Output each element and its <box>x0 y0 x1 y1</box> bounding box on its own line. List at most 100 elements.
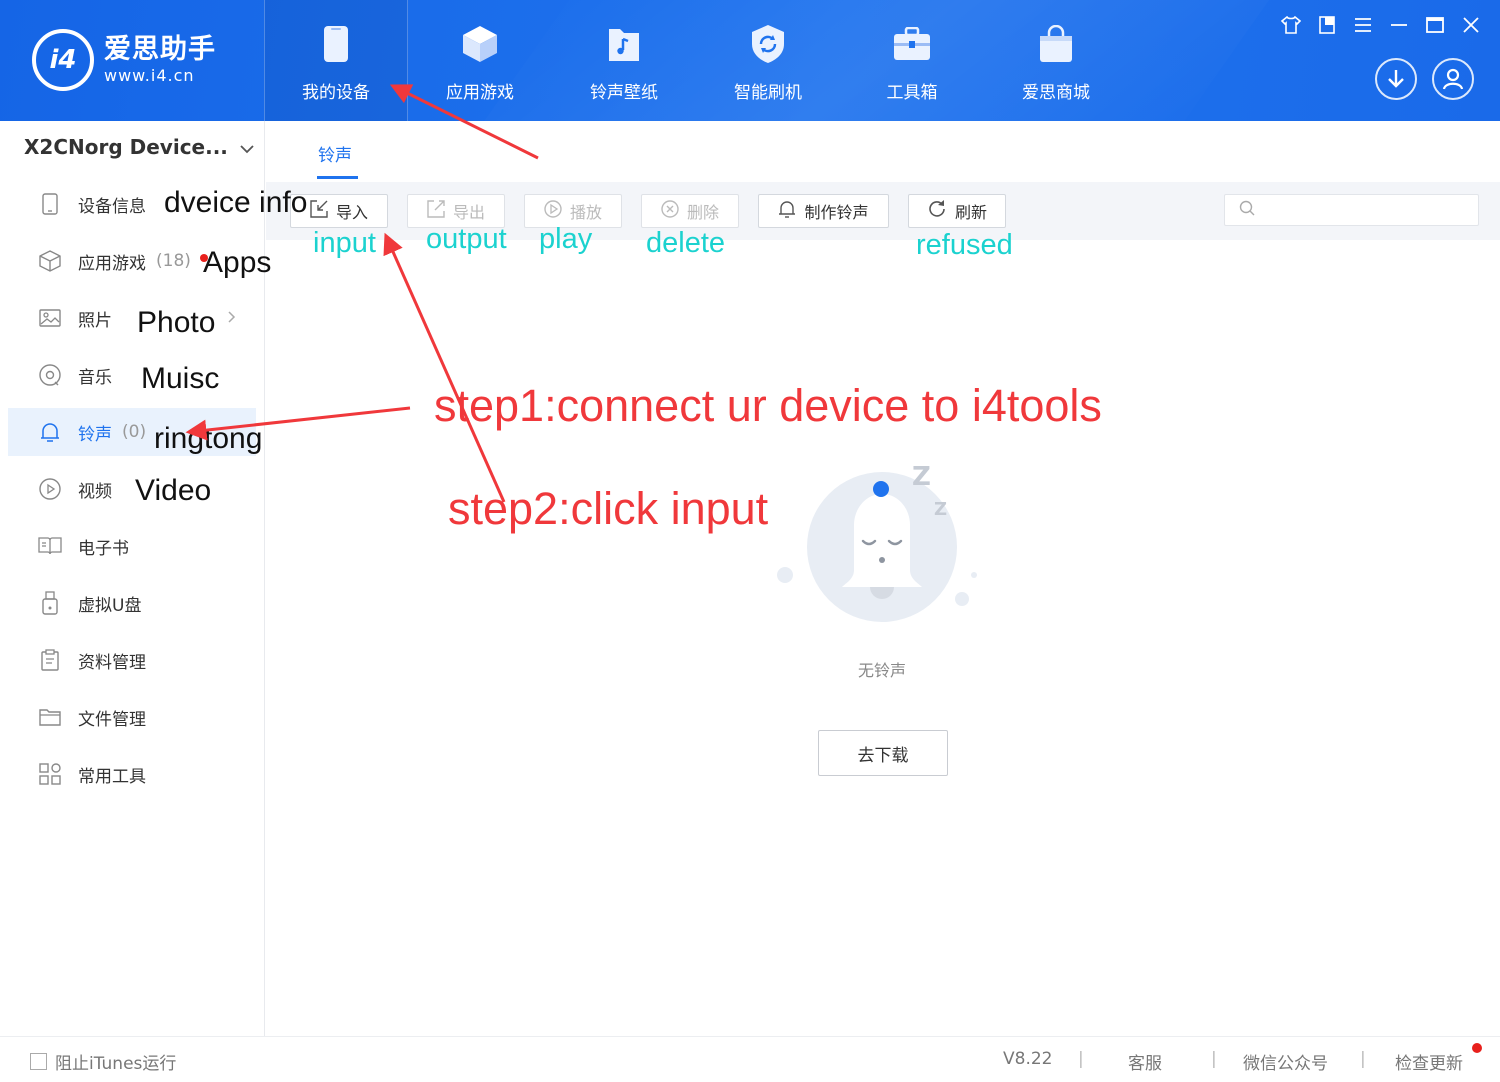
cube-icon <box>460 24 500 64</box>
nav-label: 智能刷机 <box>734 83 802 103</box>
stop-itunes-checkbox[interactable] <box>30 1053 47 1070</box>
stop-itunes-label: 阻止iTunes运行 <box>55 1054 177 1074</box>
tab-ringtones[interactable]: 铃声 <box>318 141 352 166</box>
nav-ringtone-wallpaper[interactable]: 铃声壁纸 <box>552 0 696 121</box>
phone-icon <box>316 24 356 64</box>
refresh-icon <box>927 199 947 223</box>
cube-outline-icon <box>38 249 62 273</box>
svg-text:Z: Z <box>934 499 947 520</box>
delete-label: 删除 <box>686 203 719 222</box>
version-label: V8.22 <box>1003 1049 1053 1069</box>
annotation-refused: refused <box>916 229 1013 261</box>
minimize-icon[interactable] <box>1388 14 1410 36</box>
bell-icon <box>38 420 62 444</box>
sidebar-item-photos[interactable]: 照片 <box>8 294 256 342</box>
shopping-bag-icon <box>1036 24 1076 64</box>
sidebar-item-video[interactable]: 视频 <box>8 465 256 513</box>
status-bar: 阻止iTunes运行 V8.22 | 客服 | 微信公众号 | 检查更新 <box>0 1036 1500 1082</box>
annotation-step2: step2:click input <box>448 483 769 534</box>
refresh-button[interactable]: 刷新 <box>908 194 1006 228</box>
nav-smart-flash[interactable]: 智能刷机 <box>696 0 840 121</box>
sidebar-item-label: 铃声 <box>78 424 112 445</box>
annotation-play: play <box>539 223 593 255</box>
chevron-down-icon <box>240 135 254 159</box>
nav-my-device[interactable]: 我的设备 <box>264 0 408 121</box>
separator: | <box>1078 1049 1084 1069</box>
separator: | <box>1360 1049 1366 1069</box>
play-icon <box>544 200 562 222</box>
sidebar-item-count: (0) <box>122 422 147 442</box>
title-bar: i4 爱思助手 www.i4.cn 我的设备 应用游戏 铃声壁纸 智能刷机 工具… <box>0 0 1500 121</box>
sidebar-item-ebooks[interactable]: 电子书 <box>8 522 256 570</box>
annotation-output: output <box>426 223 507 255</box>
download-manager-icon[interactable] <box>1375 58 1417 100</box>
device-name: X2CNorg Device... <box>24 135 228 159</box>
nav-i4-store[interactable]: 爱思商城 <box>984 0 1128 121</box>
device-icon <box>38 192 62 216</box>
grid-tools-icon <box>38 762 62 786</box>
document-icon <box>38 648 62 672</box>
sidebar-item-label: 设备信息 <box>78 196 146 217</box>
window-controls <box>1280 14 1482 36</box>
content-tabs: 铃声 <box>266 121 1500 181</box>
sidebar-item-label: 虚拟U盘 <box>78 595 142 616</box>
maximize-icon[interactable] <box>1424 14 1446 36</box>
nav-label: 工具箱 <box>886 83 938 103</box>
music-disc-icon <box>38 363 62 387</box>
usb-drive-icon <box>38 591 62 615</box>
sleeping-bell-illustration: Z Z <box>770 455 990 659</box>
go-download-button[interactable]: 去下载 <box>818 730 948 776</box>
skin-icon[interactable] <box>1280 14 1302 36</box>
import-icon <box>310 200 328 222</box>
chevron-right-icon <box>228 308 236 328</box>
toolbox-icon <box>892 24 932 64</box>
nav-label: 爱思商城 <box>1022 83 1090 103</box>
logo-mark: i4 <box>32 29 94 91</box>
photo-icon <box>38 306 62 330</box>
delete-button[interactable]: 删除 <box>641 194 739 228</box>
sidebar-item-common-tools[interactable]: 常用工具 <box>8 750 256 798</box>
nav-label: 我的设备 <box>302 83 370 103</box>
export-label: 导出 <box>452 203 485 222</box>
annotation-ringtone: ringtong <box>154 422 263 455</box>
nav-toolbox[interactable]: 工具箱 <box>840 0 984 121</box>
sidebar-item-label: 文件管理 <box>78 709 146 730</box>
wechat-link[interactable]: 微信公众号 <box>1243 1049 1328 1074</box>
sidebar-item-count: (18) <box>156 251 191 271</box>
stop-itunes-toggle[interactable]: 阻止iTunes运行 <box>30 1049 176 1074</box>
search-input[interactable] <box>1224 194 1479 226</box>
sidebar-item-label: 电子书 <box>78 538 129 559</box>
app-title: 爱思助手 <box>104 34 216 65</box>
app-logo: i4 爱思助手 www.i4.cn <box>32 29 216 91</box>
book-icon <box>38 534 62 558</box>
menu-icon[interactable] <box>1352 14 1374 36</box>
annotation-input: input <box>313 227 376 259</box>
close-icon[interactable] <box>1460 14 1482 36</box>
check-update-link[interactable]: 检查更新 <box>1395 1049 1463 1074</box>
device-selector[interactable]: X2CNorg Device... <box>24 135 254 159</box>
import-label: 导入 <box>335 203 368 222</box>
mini-mode-icon[interactable] <box>1316 14 1338 36</box>
nav-apps-games[interactable]: 应用游戏 <box>408 0 552 121</box>
support-link[interactable]: 客服 <box>1128 1049 1162 1074</box>
sidebar-item-label: 照片 <box>78 310 112 331</box>
annotation-device-info: dveice info <box>164 186 308 219</box>
play-label: 播放 <box>569 203 602 222</box>
bell-icon <box>778 199 796 223</box>
nav-label: 应用游戏 <box>446 83 514 103</box>
sidebar-item-label: 常用工具 <box>78 766 146 787</box>
sidebar-item-data-management[interactable]: 资料管理 <box>8 636 256 684</box>
sidebar-item-label: 视频 <box>78 481 112 502</box>
refresh-label: 刷新 <box>954 203 987 222</box>
sidebar-item-file-management[interactable]: 文件管理 <box>8 693 256 741</box>
sidebar-item-label: 应用游戏 <box>78 253 146 274</box>
annotation-apps: Apps <box>203 246 272 279</box>
annotation-video: Video <box>135 474 212 507</box>
annotation-music: Muisc <box>141 362 220 395</box>
main-nav: 我的设备 应用游戏 铃声壁纸 智能刷机 工具箱 爱思商城 <box>264 0 1128 121</box>
make-ringtone-button[interactable]: 制作铃声 <box>758 194 889 228</box>
user-account-icon[interactable] <box>1432 58 1474 100</box>
empty-state-text: 无铃声 <box>857 661 906 680</box>
sidebar-item-virtual-udisk[interactable]: 虚拟U盘 <box>8 579 256 627</box>
search-icon <box>1239 200 1255 220</box>
